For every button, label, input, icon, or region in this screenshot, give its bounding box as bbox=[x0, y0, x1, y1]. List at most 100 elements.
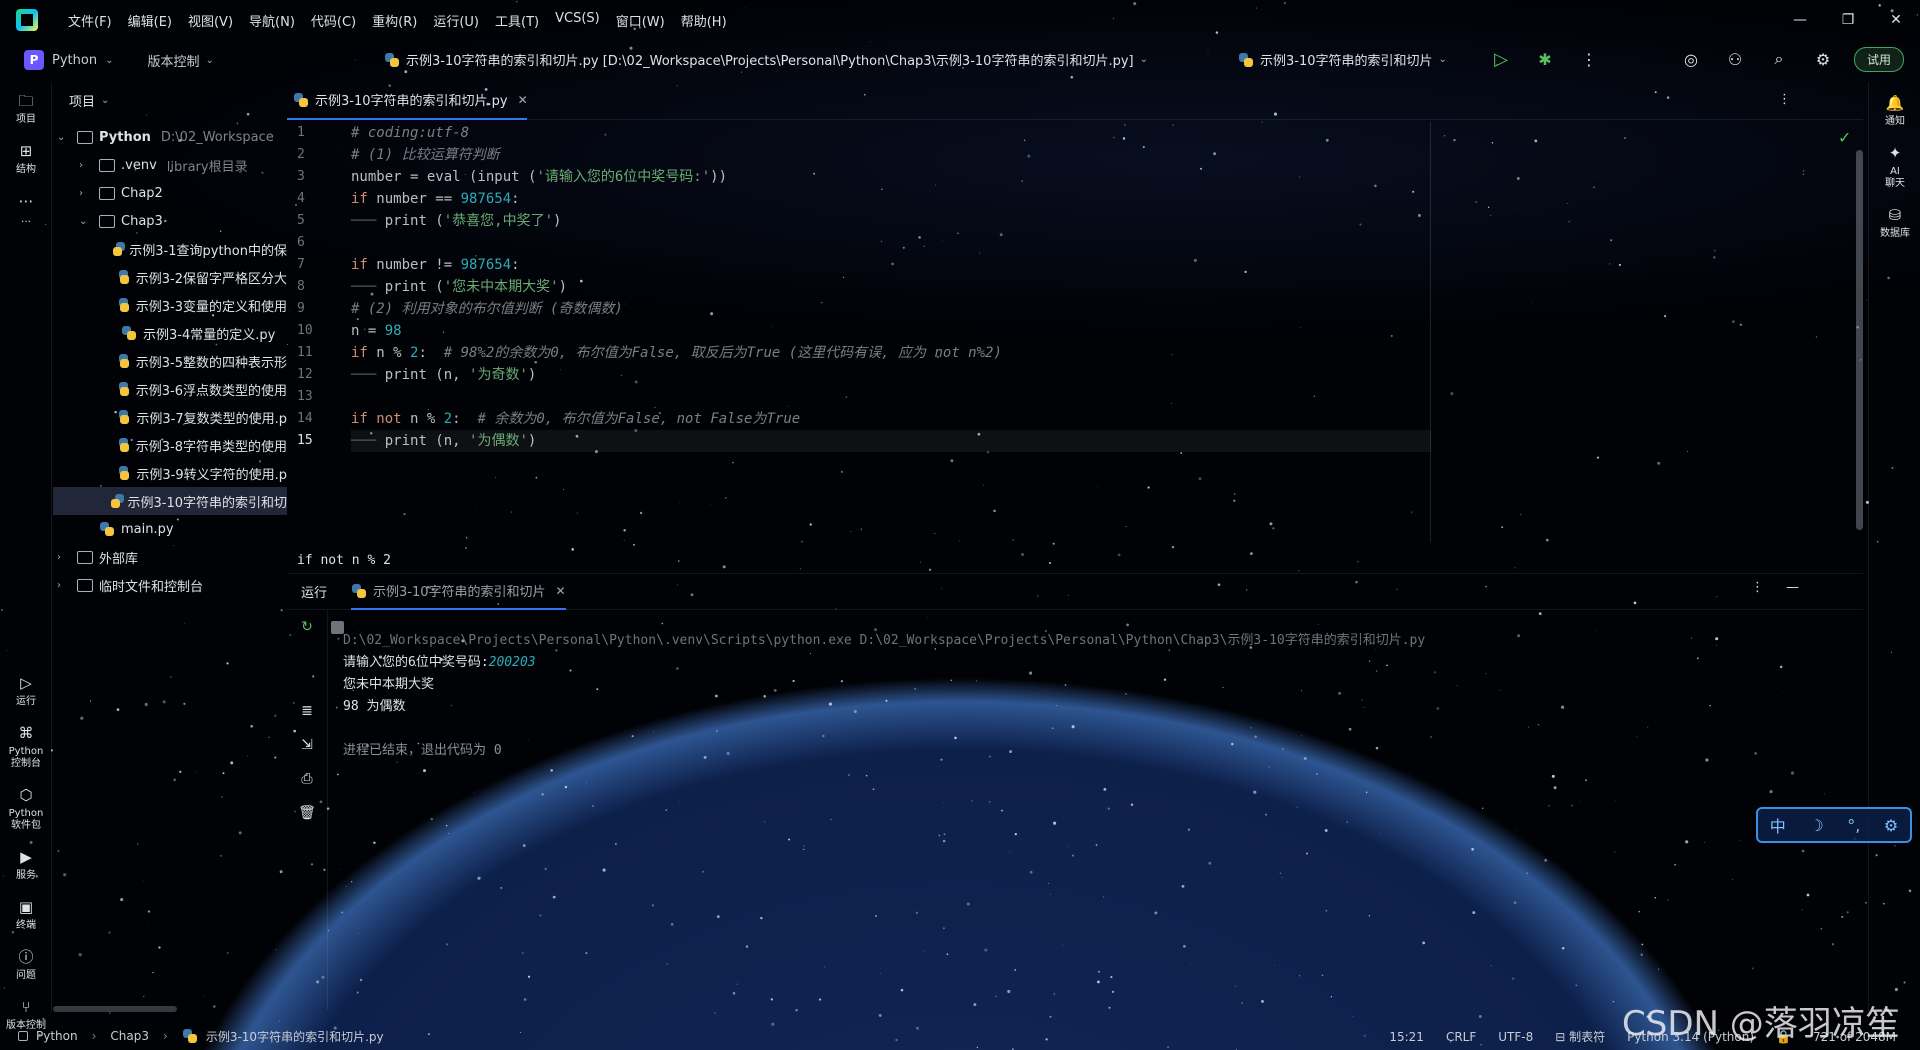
tool-window-button[interactable]: ⊞ 结构 bbox=[0, 140, 52, 176]
tool-window-button[interactable]: ⓘ 问题 bbox=[0, 946, 52, 982]
tool-window-button[interactable]: ▣ 终端 bbox=[0, 896, 52, 932]
menu-item[interactable]: 重构(R) bbox=[366, 7, 423, 34]
code-line[interactable]: ─── print ('恭喜您,中奖了') bbox=[351, 210, 1431, 232]
code-line[interactable]: ─── print (n, '为奇数') bbox=[351, 364, 1431, 386]
code-line[interactable]: # (2) 利用对象的布尔值判断 (奇数偶数) bbox=[351, 298, 1431, 320]
line-number[interactable]: 1 bbox=[287, 122, 349, 144]
run-configuration-selector[interactable]: 示例3-10字符串的索引和切片 ⌄ bbox=[1238, 50, 1447, 69]
tree-item[interactable]: 示例3-5整数的四种表示形 bbox=[53, 347, 287, 375]
tree-item[interactable]: › 临时文件和控制台 bbox=[53, 571, 287, 599]
tree-item[interactable]: 示例3-8字符串类型的使用 bbox=[53, 431, 287, 459]
restore-icon[interactable]: ❐ bbox=[1824, 0, 1872, 40]
soft-wrap-icon[interactable]: ≣ bbox=[287, 694, 327, 728]
code-line[interactable]: if n % 2: # 98%2的余数为0, 布尔值为False, 取反后为Tr… bbox=[351, 342, 1431, 364]
print-icon[interactable]: ⎙ bbox=[287, 762, 327, 796]
menu-item[interactable]: 导航(N) bbox=[243, 7, 301, 34]
chevron-down-icon[interactable]: ⌄ bbox=[79, 216, 93, 227]
line-number[interactable]: 3 bbox=[287, 166, 349, 188]
menu-item[interactable]: 运行(U) bbox=[427, 7, 485, 34]
scroll-to-end-icon[interactable]: ⇲ bbox=[287, 728, 327, 762]
more-options-icon[interactable]: ⋮ bbox=[1751, 580, 1764, 595]
minimize-icon[interactable]: — bbox=[1776, 0, 1824, 40]
tool-window-button[interactable]: 🗀 项目 bbox=[0, 90, 52, 126]
window-file-title[interactable]: 示例3-10字符串的索引和切片.py [D:\02_Workspace\Proj… bbox=[384, 50, 1148, 69]
menu-item[interactable]: VCS(S) bbox=[549, 7, 606, 34]
chevron-right-icon[interactable]: › bbox=[79, 160, 93, 171]
settings-icon[interactable]: ⚙ bbox=[1810, 46, 1836, 72]
chevron-right-icon[interactable]: › bbox=[57, 552, 71, 563]
code-line[interactable]: ─── print ('您未中本期大奖') bbox=[351, 276, 1431, 298]
search-icon[interactable]: ⌕ bbox=[1766, 46, 1792, 72]
tree-item[interactable]: 示例3-2保留字严格区分大 bbox=[53, 263, 287, 291]
status-crumb[interactable]: 示例3-10字符串的索引和切片.py bbox=[206, 1028, 384, 1045]
tree-item[interactable]: 示例3-6浮点数类型的使用 bbox=[53, 375, 287, 403]
ime-toolbar[interactable]: 中 ☽ °, ⚙ bbox=[1756, 807, 1912, 843]
code-line[interactable]: n = 98 bbox=[351, 320, 1431, 342]
code-line[interactable]: if number == 987654: bbox=[351, 188, 1431, 210]
tree-item[interactable]: › Chap2 bbox=[53, 179, 287, 207]
line-number[interactable]: 10 bbox=[287, 320, 349, 342]
menu-item[interactable]: 视图(V) bbox=[182, 7, 239, 34]
tool-window-button[interactable]: ✦ AI 聊天 bbox=[1869, 142, 1920, 190]
run-icon[interactable]: ▷ bbox=[1488, 46, 1514, 72]
menu-item[interactable]: 编辑(E) bbox=[122, 7, 178, 34]
line-number[interactable]: 8 bbox=[287, 276, 349, 298]
tree-item[interactable]: 示例3-9转义字符的使用.p bbox=[53, 459, 287, 487]
run-tab[interactable]: 示例3-10字符串的索引和切片 ✕ bbox=[351, 574, 566, 610]
code-line[interactable] bbox=[351, 386, 1431, 408]
tree-item[interactable]: 示例3-7复数类型的使用.p bbox=[53, 403, 287, 431]
tab-options-icon[interactable]: ⋮ bbox=[1778, 92, 1791, 107]
ai-assistant-icon[interactable]: ◎ bbox=[1678, 46, 1704, 72]
editor-scrollbar[interactable] bbox=[1856, 150, 1863, 530]
add-user-icon[interactable]: ⚇ bbox=[1722, 46, 1748, 72]
code-line[interactable]: number = eval (input ('请输入您的6位中奖号码:')) bbox=[351, 166, 1431, 188]
status-crumb[interactable]: Python bbox=[36, 1029, 78, 1043]
trial-button[interactable]: 试用 bbox=[1853, 46, 1904, 72]
line-number[interactable]: 15 bbox=[287, 430, 349, 452]
line-number[interactable]: 5 bbox=[287, 210, 349, 232]
line-number[interactable]: 9 bbox=[287, 298, 349, 320]
line-number[interactable]: 13 bbox=[287, 386, 349, 408]
tool-window-button[interactable]: ⌘ Python 控制台 bbox=[0, 722, 52, 770]
menu-item[interactable]: 工具(T) bbox=[489, 7, 545, 34]
more-actions-icon[interactable]: ⋮ bbox=[1576, 46, 1602, 72]
tool-window-button[interactable]: ▶ 服务 bbox=[0, 846, 52, 882]
editor-tab[interactable]: 示例3-10字符串的索引和切片.py ✕ bbox=[293, 90, 528, 109]
project-switcher[interactable]: P Python ⌄ bbox=[24, 50, 113, 70]
file-encoding[interactable]: UTF-8 bbox=[1498, 1030, 1533, 1044]
indent-setting[interactable]: ⊟ 制表符 bbox=[1555, 1028, 1605, 1045]
run-console-output[interactable]: D:\02_Workspace\Projects\Personal\Python… bbox=[343, 630, 1843, 762]
vcs-switcher[interactable]: 版本控制 ⌄ bbox=[147, 51, 213, 70]
line-number[interactable]: 12 bbox=[287, 364, 349, 386]
tool-window-button[interactable]: ▷ 运行 bbox=[0, 672, 52, 708]
tree-item[interactable]: 示例3-10字符串的索引和切 bbox=[53, 487, 287, 515]
ime-punctuation-icon[interactable]: °, bbox=[1847, 816, 1860, 835]
code-line[interactable]: # coding:utf-8 bbox=[351, 122, 1431, 144]
line-number[interactable]: 14 bbox=[287, 408, 349, 430]
code-line[interactable]: if not n % 2: # 余数为0, 布尔值为False, not Fal… bbox=[351, 408, 1431, 430]
code-line[interactable] bbox=[351, 232, 1431, 254]
code-line[interactable]: if number != 987654: bbox=[351, 254, 1431, 276]
line-number[interactable]: 4 bbox=[287, 188, 349, 210]
close-tab-icon[interactable]: ✕ bbox=[518, 93, 528, 107]
caret-position[interactable]: 15:21 bbox=[1389, 1030, 1424, 1044]
tool-window-button[interactable]: ⬡ Python 软件包 bbox=[0, 784, 52, 832]
menu-item[interactable]: 窗口(W) bbox=[610, 7, 671, 34]
tool-window-button[interactable]: ⋯… bbox=[0, 190, 52, 226]
close-tab-icon[interactable]: ✕ bbox=[556, 584, 566, 598]
chevron-right-icon[interactable]: › bbox=[57, 580, 71, 591]
close-icon[interactable]: ✕ bbox=[1872, 0, 1920, 40]
tool-window-button[interactable]: ⛁ 数据库 bbox=[1869, 204, 1920, 240]
tree-item[interactable]: 示例3-1查询python中的保 bbox=[53, 235, 287, 263]
menu-item[interactable]: 代码(C) bbox=[305, 7, 362, 34]
hide-panel-icon[interactable]: — bbox=[1786, 580, 1799, 595]
ime-language-toggle[interactable]: 中 bbox=[1770, 813, 1786, 837]
ime-settings-icon[interactable]: ⚙ bbox=[1884, 816, 1898, 835]
debug-icon[interactable]: ✱ bbox=[1532, 46, 1558, 72]
menu-item[interactable]: 文件(F) bbox=[62, 7, 118, 34]
tree-item[interactable]: ⌄ Python D:\02_Workspace bbox=[53, 123, 287, 151]
ime-moon-icon[interactable]: ☽ bbox=[1809, 816, 1823, 835]
tree-item[interactable]: ⌄ Chap3 bbox=[53, 207, 287, 235]
chevron-right-icon[interactable]: › bbox=[79, 188, 93, 199]
line-number[interactable]: 11 bbox=[287, 342, 349, 364]
